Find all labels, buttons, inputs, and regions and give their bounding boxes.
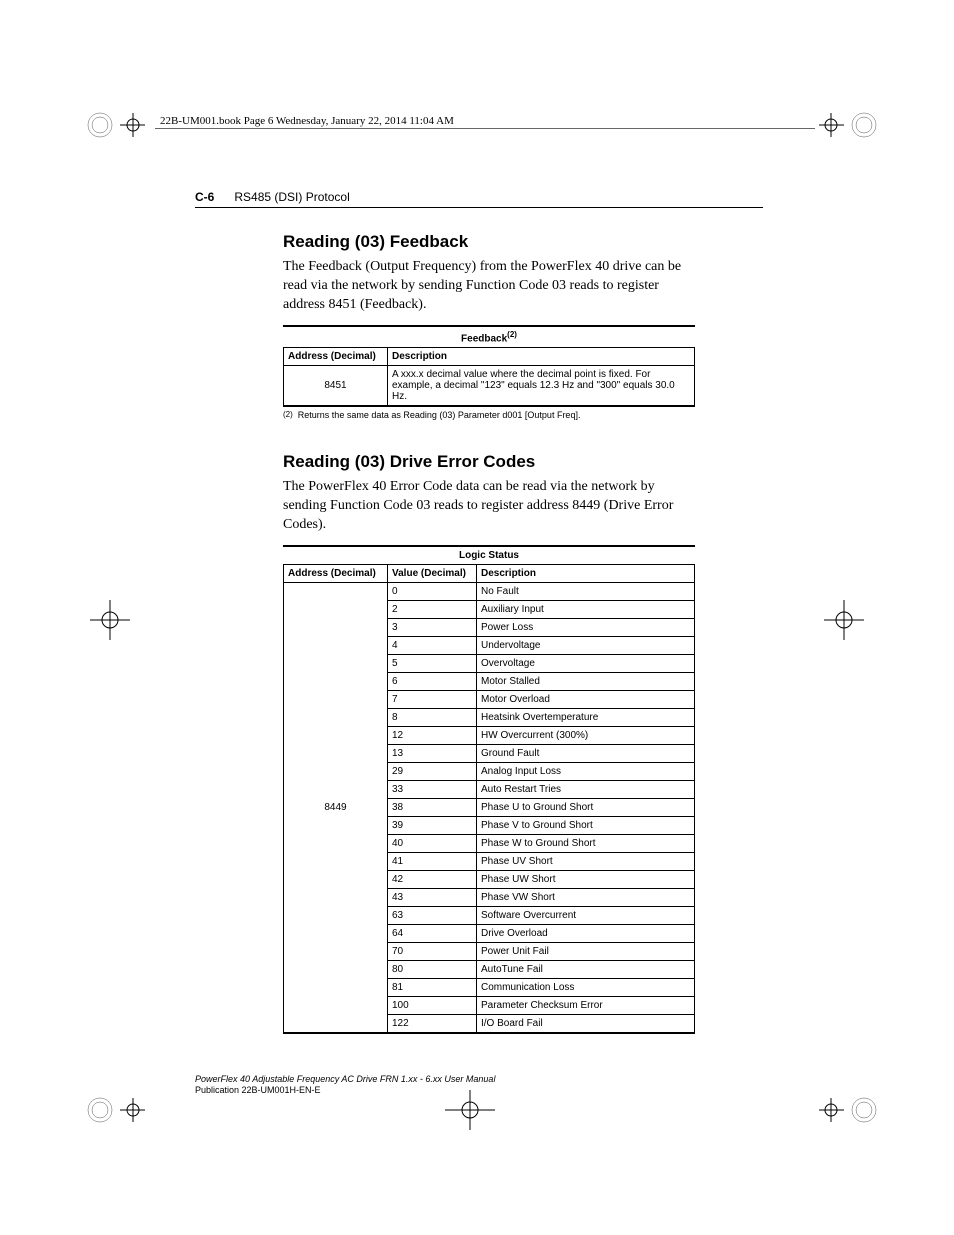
page-header: C-6 RS485 (DSI) Protocol	[195, 190, 763, 204]
cell-description: Heatsink Overtemperature	[477, 708, 695, 726]
cell-value: 7	[388, 690, 477, 708]
cell-description: No Fault	[477, 582, 695, 600]
cell-value: 39	[388, 816, 477, 834]
cell-value: 29	[388, 762, 477, 780]
crop-mark-icon	[809, 590, 869, 650]
cell-description: A xxx.x decimal value where the decimal …	[388, 366, 695, 406]
cell-description: HW Overcurrent (300%)	[477, 726, 695, 744]
footer-pub: Publication 22B-UM001H-EN-E	[195, 1085, 495, 1097]
cell-value: 100	[388, 996, 477, 1014]
cell-value: 8	[388, 708, 477, 726]
col-header: Description	[477, 565, 695, 583]
footer-title: PowerFlex 40 Adjustable Frequency AC Dri…	[195, 1074, 495, 1086]
cell-value: 4	[388, 636, 477, 654]
cell-description: Auto Restart Tries	[477, 780, 695, 798]
cell-value: 80	[388, 960, 477, 978]
footnote: (2) Returns the same data as Reading (03…	[283, 410, 695, 420]
cell-description: Parameter Checksum Error	[477, 996, 695, 1014]
crop-mark-icon	[819, 95, 879, 155]
cell-value: 2	[388, 600, 477, 618]
crop-header-text: 22B-UM001.book Page 6 Wednesday, January…	[160, 115, 454, 127]
cell-description: Drive Overload	[477, 924, 695, 942]
cell-value: 64	[388, 924, 477, 942]
feedback-table: Feedback(2) Address (Decimal) Descriptio…	[283, 325, 695, 406]
cell-description: Phase UW Short	[477, 870, 695, 888]
cell-description: Undervoltage	[477, 636, 695, 654]
page-header-rule	[195, 207, 763, 208]
body-text: The PowerFlex 40 Error Code data can be …	[283, 478, 695, 535]
cell-value: 42	[388, 870, 477, 888]
col-header: Address (Decimal)	[284, 348, 388, 366]
cell-value: 122	[388, 1014, 477, 1032]
cell-address: 8449	[284, 582, 388, 1032]
cell-value: 38	[388, 798, 477, 816]
table-caption: Feedback(2)	[283, 325, 695, 348]
cell-value: 3	[388, 618, 477, 636]
cell-value: 70	[388, 942, 477, 960]
crop-header-rule	[155, 128, 815, 129]
cell-value: 0	[388, 582, 477, 600]
cell-description: Motor Stalled	[477, 672, 695, 690]
cell-description: Overvoltage	[477, 654, 695, 672]
cell-description: AutoTune Fail	[477, 960, 695, 978]
cell-value: 41	[388, 852, 477, 870]
cell-value: 63	[388, 906, 477, 924]
cell-description: Phase V to Ground Short	[477, 816, 695, 834]
error-codes-table: Logic Status Address (Decimal) Value (De…	[283, 545, 695, 1033]
crop-mark-icon	[819, 1080, 879, 1140]
cell-value: 81	[388, 978, 477, 996]
cell-value: 13	[388, 744, 477, 762]
cell-value: 5	[388, 654, 477, 672]
cell-value: 6	[388, 672, 477, 690]
section-heading: Reading (03) Drive Error Codes	[283, 452, 695, 472]
cell-description: Software Overcurrent	[477, 906, 695, 924]
cell-value: 40	[388, 834, 477, 852]
cell-description: Phase UV Short	[477, 852, 695, 870]
table-head-row: Address (Decimal) Value (Decimal) Descri…	[284, 565, 695, 583]
cell-address: 8451	[284, 366, 388, 406]
body-text: The Feedback (Output Frequency) from the…	[283, 258, 695, 315]
cell-value: 33	[388, 780, 477, 798]
cell-description: Phase VW Short	[477, 888, 695, 906]
table-row: 8451 A xxx.x decimal value where the dec…	[284, 366, 695, 406]
crop-mark-icon	[85, 590, 145, 650]
crop-mark-icon	[85, 1080, 145, 1140]
cell-description: Communication Loss	[477, 978, 695, 996]
page-footer: PowerFlex 40 Adjustable Frequency AC Dri…	[195, 1074, 495, 1097]
cell-description: Power Unit Fail	[477, 942, 695, 960]
cell-description: Analog Input Loss	[477, 762, 695, 780]
page-content: C-6 RS485 (DSI) Protocol Reading (03) Fe…	[195, 190, 763, 1034]
cell-description: Phase W to Ground Short	[477, 834, 695, 852]
section-heading: Reading (03) Feedback	[283, 232, 695, 252]
chapter-title: RS485 (DSI) Protocol	[234, 190, 349, 204]
table-head-row: Address (Decimal) Description	[284, 348, 695, 366]
cell-description: I/O Board Fail	[477, 1014, 695, 1032]
cell-description: Phase U to Ground Short	[477, 798, 695, 816]
cell-description: Power Loss	[477, 618, 695, 636]
cell-value: 43	[388, 888, 477, 906]
page-number: C-6	[195, 190, 214, 204]
cell-description: Motor Overload	[477, 690, 695, 708]
cell-value: 12	[388, 726, 477, 744]
crop-mark-icon	[85, 95, 145, 155]
cell-description: Ground Fault	[477, 744, 695, 762]
col-header: Description	[388, 348, 695, 366]
col-header: Address (Decimal)	[284, 565, 388, 583]
table-caption: Logic Status	[283, 545, 695, 565]
cell-description: Auxiliary Input	[477, 600, 695, 618]
col-header: Value (Decimal)	[388, 565, 477, 583]
table-row: 84490No Fault	[284, 582, 695, 600]
